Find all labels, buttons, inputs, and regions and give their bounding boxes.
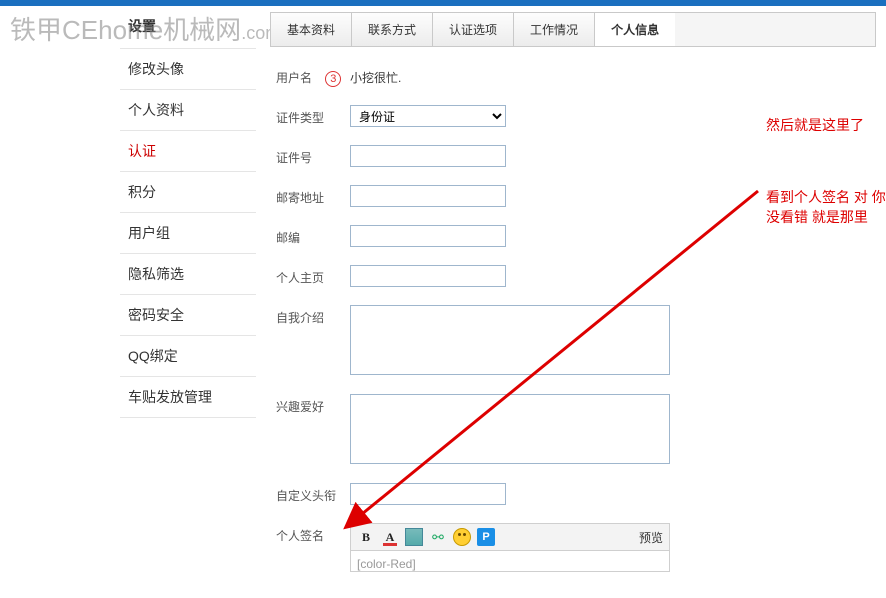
tab-basic[interactable]: 基本资料 xyxy=(271,13,352,46)
sidebar: 设置 修改头像 个人资料 认证 积分 用户组 隐私筛选 密码安全 QQ绑定 车贴… xyxy=(0,6,256,598)
sidebar-item-privacy[interactable]: 隐私筛选 xyxy=(120,254,256,295)
input-title[interactable] xyxy=(350,483,506,505)
label-title: 自定义头衔 xyxy=(270,483,350,504)
editor-toolbar: B A ⚯ P 预览 xyxy=(351,524,669,551)
sidebar-item-avatar[interactable]: 修改头像 xyxy=(120,49,256,90)
input-homepage[interactable] xyxy=(350,265,506,287)
sidebar-item-sticker[interactable]: 车贴发放管理 xyxy=(120,377,256,418)
label-homepage: 个人主页 xyxy=(270,265,350,286)
label-address: 邮寄地址 xyxy=(270,185,350,206)
sidebar-item-points[interactable]: 积分 xyxy=(120,172,256,213)
input-zipcode[interactable] xyxy=(350,225,506,247)
textarea-hobby[interactable] xyxy=(350,394,670,464)
row-address: 邮寄地址 xyxy=(270,185,876,209)
bold-icon[interactable]: B xyxy=(357,528,375,546)
label-zipcode: 邮编 xyxy=(270,225,350,246)
row-intro: 自我介绍 xyxy=(270,305,876,378)
signature-textarea[interactable]: [color-Red] xyxy=(351,551,669,571)
sidebar-item-verify[interactable]: 认证 xyxy=(120,131,256,172)
label-id-no: 证件号 xyxy=(270,145,350,166)
select-id-type[interactable]: 身份证 xyxy=(350,105,506,127)
smile-icon[interactable] xyxy=(453,528,471,546)
sidebar-list: 修改头像 个人资料 认证 积分 用户组 隐私筛选 密码安全 QQ绑定 车贴发放管… xyxy=(120,48,256,418)
row-username: 用户名 3 小挖很忙. xyxy=(270,65,876,89)
tab-work[interactable]: 工作情况 xyxy=(514,13,595,46)
label-id-type: 证件类型 xyxy=(270,105,350,126)
input-address[interactable] xyxy=(350,185,506,207)
label-hobby: 兴趣爱好 xyxy=(270,394,350,415)
preview-button[interactable]: 预览 xyxy=(639,529,663,546)
row-title: 自定义头衔 xyxy=(270,483,876,507)
textarea-intro[interactable] xyxy=(350,305,670,375)
signature-editor: B A ⚯ P 预览 [color-Red] xyxy=(350,523,670,572)
tab-contact[interactable]: 联系方式 xyxy=(352,13,433,46)
label-intro: 自我介绍 xyxy=(270,305,350,326)
row-id-no: 证件号 xyxy=(270,145,876,169)
tabs: 基本资料 联系方式 认证选项 工作情况 个人信息 xyxy=(270,12,876,47)
sidebar-item-groups[interactable]: 用户组 xyxy=(120,213,256,254)
label-username: 用户名 3 xyxy=(270,65,350,87)
sidebar-item-profile[interactable]: 个人资料 xyxy=(120,90,256,131)
tab-verify[interactable]: 认证选项 xyxy=(433,13,514,46)
row-hobby: 兴趣爱好 xyxy=(270,394,876,467)
tab-personal[interactable]: 个人信息 xyxy=(595,13,675,46)
text-color-icon[interactable]: A xyxy=(381,528,399,546)
badge-number-icon: 3 xyxy=(325,71,341,87)
image-icon[interactable] xyxy=(405,528,423,546)
row-zipcode: 邮编 xyxy=(270,225,876,249)
label-signature: 个人签名 xyxy=(270,523,350,544)
row-homepage: 个人主页 xyxy=(270,265,876,289)
sidebar-item-qq[interactable]: QQ绑定 xyxy=(120,336,256,377)
main-panel: 基本资料 联系方式 认证选项 工作情况 个人信息 用户名 3 小挖很忙. 证件类… xyxy=(256,6,886,598)
param-icon[interactable]: P xyxy=(477,528,495,546)
sidebar-item-security[interactable]: 密码安全 xyxy=(120,295,256,336)
value-username: 小挖很忙. xyxy=(350,65,401,86)
sidebar-title: 设置 xyxy=(120,6,256,48)
row-signature: 个人签名 B A ⚯ P 预览 [color-Red] xyxy=(270,523,876,572)
link-icon[interactable]: ⚯ xyxy=(429,528,447,546)
profile-form: 用户名 3 小挖很忙. 证件类型 身份证 证件号 邮寄地址 xyxy=(270,65,876,572)
input-id-no[interactable] xyxy=(350,145,506,167)
row-id-type: 证件类型 身份证 xyxy=(270,105,876,129)
